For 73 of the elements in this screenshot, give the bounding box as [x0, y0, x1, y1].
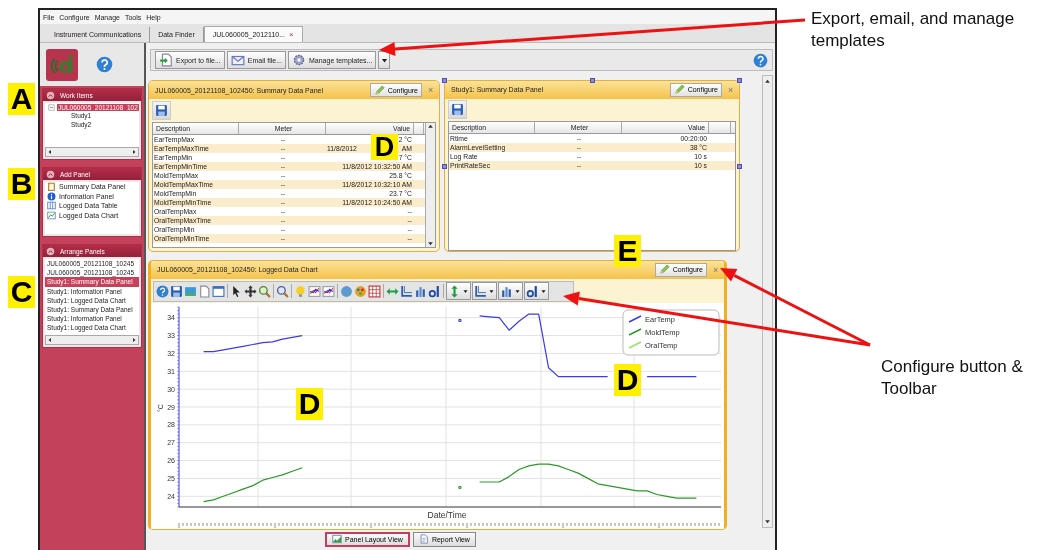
annotation-label: B: [8, 168, 35, 200]
callout-text: Configure button & Toolbar: [881, 356, 1024, 400]
resize-handle[interactable]: [737, 78, 742, 83]
axis-icon: [474, 284, 487, 298]
line-chart-icon[interactable]: [322, 284, 335, 298]
help-icon[interactable]: [156, 284, 169, 298]
chart-icon: [332, 534, 343, 544]
window-icon[interactable]: [212, 284, 225, 298]
axis-title: Date/Time: [427, 509, 467, 520]
dropdown-button[interactable]: [524, 282, 549, 301]
scroll-down-icon[interactable]: [764, 518, 771, 525]
bar-chart-icon: [500, 284, 513, 298]
gear-icon: [292, 53, 306, 67]
resize-handle[interactable]: [737, 164, 742, 169]
annotation-label: E: [614, 235, 641, 267]
palette-icon[interactable]: [354, 284, 367, 298]
dropdown-button[interactable]: [378, 51, 391, 69]
pencil-icon: [658, 264, 670, 276]
close-icon[interactable]: ×: [289, 30, 294, 39]
envelope-icon: [230, 53, 245, 67]
page-icon: [418, 534, 429, 544]
resize-handle[interactable]: [442, 164, 447, 169]
scrollbar[interactable]: [45, 334, 139, 345]
scroll-up-icon[interactable]: [764, 78, 771, 85]
pencil-icon: [373, 84, 385, 96]
help-icon[interactable]: [753, 52, 768, 68]
text-style-icon[interactable]: [428, 284, 441, 298]
collapse-icon[interactable]: [46, 169, 55, 179]
pencil-icon: [673, 84, 685, 96]
annotation-label: C: [8, 276, 35, 308]
dropdown-button[interactable]: [498, 282, 523, 301]
resize-handle[interactable]: [590, 78, 595, 83]
help-icon[interactable]: [96, 56, 113, 73]
zoom-out-icon[interactable]: [276, 284, 289, 298]
scrollbar[interactable]: [45, 147, 139, 157]
annotation-label: D: [371, 134, 398, 160]
scroll-up-icon[interactable]: [427, 123, 434, 130]
collapse-icon[interactable]: [46, 90, 55, 100]
save-button[interactable]: [448, 100, 467, 120]
caret-icon: [488, 287, 495, 295]
save-icon[interactable]: [170, 284, 183, 298]
grid-icon[interactable]: [368, 284, 381, 298]
caret-icon: [540, 287, 547, 295]
axis-icon[interactable]: [400, 284, 413, 298]
scroll-right-icon[interactable]: [131, 336, 137, 343]
dropdown-button[interactable]: [472, 282, 497, 301]
collapse-icon[interactable]: [46, 246, 55, 256]
annotation-label: D: [614, 364, 641, 396]
save-button[interactable]: [152, 101, 171, 120]
annotation-label: D: [296, 388, 323, 420]
pointer-icon[interactable]: [230, 284, 243, 298]
scroll-left-icon[interactable]: [47, 336, 53, 343]
annotation-label: A: [8, 83, 35, 115]
save-icon: [451, 103, 464, 117]
collapse-icon[interactable]: [48, 104, 55, 111]
logo-icon[interactable]: [46, 48, 78, 81]
move-icon[interactable]: [244, 284, 257, 298]
page-icon[interactable]: [198, 284, 211, 298]
caret-icon: [462, 287, 469, 295]
globe-icon[interactable]: [340, 284, 353, 298]
scrollbar[interactable]: [425, 123, 435, 247]
scroll-right-icon[interactable]: [131, 149, 137, 155]
save-icon: [155, 104, 168, 117]
export-icon: [159, 53, 173, 67]
scroll-left-icon[interactable]: [47, 149, 53, 155]
scroll-down-icon[interactable]: [427, 240, 434, 247]
caret-icon: [514, 287, 521, 295]
text-style-icon: [526, 284, 539, 298]
resize-handle[interactable]: [442, 78, 447, 83]
scrollbar[interactable]: [762, 75, 773, 528]
line-chart-icon[interactable]: [308, 284, 321, 298]
callout-text: Export, email, and manage templates: [811, 8, 1016, 52]
bar-chart-icon[interactable]: [414, 284, 427, 298]
